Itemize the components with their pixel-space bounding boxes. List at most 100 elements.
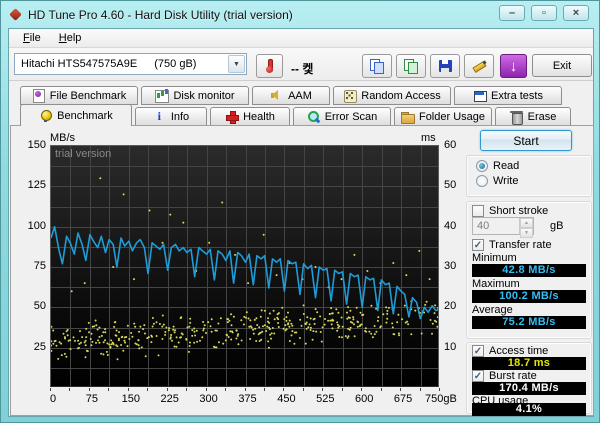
- axis-tick-label: [400, 388, 402, 391]
- axis-tick-label: [244, 388, 246, 391]
- axis-tick-label: 75: [85, 393, 99, 405]
- benchmark-light-icon: [39, 109, 53, 122]
- axis-tick-label: [322, 388, 324, 391]
- axis-tick-label: [50, 388, 51, 391]
- spin-up-icon[interactable]: ▲: [520, 218, 533, 228]
- axis-tick-label: 25: [33, 340, 46, 353]
- maximize-icon: ▫: [542, 6, 546, 19]
- axis-tick-label: 100: [27, 219, 46, 232]
- start-button[interactable]: Start: [480, 130, 572, 151]
- tab-benchmark[interactable]: Benchmark: [20, 104, 132, 126]
- disk-monitor-icon: [155, 89, 170, 103]
- menu-help[interactable]: Help: [51, 30, 90, 46]
- drive-size: (750 gB): [154, 58, 197, 70]
- tab-error-scan[interactable]: Error Scan: [293, 107, 391, 126]
- app-window: HD Tune Pro 4.60 - Hard Disk Utility (tr…: [0, 0, 600, 423]
- read-radio[interactable]: [476, 160, 488, 172]
- axis-tick-label: 600: [355, 393, 374, 405]
- axis-tick-label: 375: [238, 393, 257, 405]
- minimum-value: 42.8 MB/s: [472, 264, 586, 277]
- copy-clipboard-button[interactable]: [396, 54, 426, 78]
- copy-icon: [370, 59, 384, 74]
- average-value: 75.2 MB/s: [472, 316, 586, 329]
- annotate-button[interactable]: [464, 54, 494, 78]
- axis-tick-label: 300: [199, 393, 218, 405]
- axis-tick-label: 0: [49, 393, 57, 405]
- toolbar: Hitachi HTS547575A9E (750 gB) ▼ -- 켗 ↓ E…: [9, 48, 593, 81]
- tab-disk-monitor[interactable]: Disk monitor: [141, 86, 249, 105]
- app-icon: [9, 8, 22, 21]
- axis-tick-label: 150: [121, 393, 140, 405]
- tab-erase[interactable]: Erase: [495, 107, 571, 126]
- axis-tick-label: 225: [160, 393, 179, 405]
- temperature-button[interactable]: [256, 54, 283, 78]
- trial-watermark: trial version: [55, 148, 112, 160]
- minimize-button[interactable]: –: [499, 5, 525, 21]
- burst-rate-row[interactable]: ✓ Burst rate: [472, 370, 537, 382]
- health-cross-icon: [225, 110, 240, 124]
- file-benchmark-icon: [32, 89, 45, 103]
- client-area: File Help Hitachi HTS547575A9E (750 gB) …: [8, 28, 594, 417]
- axis-tick-label: [166, 388, 168, 391]
- temperature-readout: -- 켗: [291, 62, 314, 76]
- exit-button[interactable]: Exit: [532, 54, 592, 77]
- read-radio-row[interactable]: Read: [476, 160, 519, 172]
- axis-tick-label: 30: [444, 260, 457, 272]
- axis-tick-label: [361, 388, 363, 391]
- dice-icon: [343, 89, 358, 103]
- write-radio[interactable]: [476, 175, 488, 187]
- update-download-button[interactable]: ↓: [500, 54, 527, 78]
- drive-select[interactable]: Hitachi HTS547575A9E (750 gB) ▼: [14, 53, 247, 75]
- stroke-unit-label: gB: [550, 220, 564, 232]
- close-button[interactable]: ×: [563, 5, 589, 21]
- tab-random-access[interactable]: Random Access: [333, 86, 451, 105]
- tab-info[interactable]: i Info: [135, 107, 207, 126]
- axis-tick-label: [127, 388, 129, 391]
- axis-tick-label: [205, 388, 207, 391]
- axis-tick-label: 750gB: [425, 393, 457, 405]
- axis-tick-label: 150: [27, 139, 46, 151]
- axis-tick-label: [439, 388, 440, 391]
- short-stroke-checkbox[interactable]: [472, 205, 484, 217]
- axis-tick-label: 675: [393, 393, 413, 405]
- trash-icon: [509, 110, 523, 125]
- chevron-down-icon[interactable]: ▼: [228, 55, 245, 73]
- average-label: Average: [472, 304, 513, 316]
- save-button[interactable]: [430, 54, 460, 78]
- maximize-button[interactable]: ▫: [531, 5, 557, 21]
- axis-tick-label: 20: [444, 300, 457, 313]
- spin-down-icon[interactable]: ▼: [520, 228, 533, 238]
- axis-tick-label: [108, 388, 110, 391]
- magnifier-icon: [307, 110, 320, 123]
- tab-health[interactable]: Health: [210, 107, 290, 126]
- menu-file[interactable]: File: [15, 30, 49, 46]
- minimize-icon: –: [508, 6, 516, 19]
- transfer-rate-row[interactable]: ✓ Transfer rate: [472, 239, 552, 251]
- y-right-axis-label: ms: [421, 132, 436, 144]
- short-stroke-row[interactable]: Short stroke: [472, 205, 548, 217]
- access-time-row[interactable]: ✓ Access time: [472, 345, 548, 357]
- burst-rate-value: 170.4 MB/s: [472, 382, 586, 395]
- transfer-rate-checkbox[interactable]: ✓: [472, 239, 484, 251]
- axis-tick-label: [302, 388, 304, 391]
- access-time-checkbox[interactable]: ✓: [472, 345, 484, 357]
- title-bar[interactable]: HD Tune Pro 4.60 - Hard Disk Utility (tr…: [1, 1, 599, 28]
- short-stroke-spinner[interactable]: 40 ▲ ▼: [472, 217, 534, 238]
- axis-tick-label: [225, 388, 227, 391]
- speaker-icon: [270, 89, 283, 102]
- tab-aam[interactable]: AAM: [252, 86, 330, 105]
- write-radio-row[interactable]: Write: [476, 175, 518, 187]
- folder-icon: [400, 110, 415, 124]
- tab-extra-tests[interactable]: Extra tests: [454, 86, 562, 105]
- burst-rate-checkbox[interactable]: ✓: [472, 370, 484, 382]
- tab-folder-usage[interactable]: Folder Usage: [394, 107, 492, 126]
- copy-screenshot-button[interactable]: [362, 54, 392, 78]
- tab-file-benchmark[interactable]: File Benchmark: [20, 86, 138, 105]
- menu-bar: File Help: [9, 29, 593, 48]
- y-left-axis-label: MB/s: [50, 132, 76, 144]
- axis-tick-label: [186, 388, 188, 391]
- axis-tick-label: [283, 388, 285, 391]
- close-icon: ×: [572, 6, 580, 19]
- copy-green-icon: [404, 59, 418, 74]
- axis-tick-label: [88, 388, 90, 391]
